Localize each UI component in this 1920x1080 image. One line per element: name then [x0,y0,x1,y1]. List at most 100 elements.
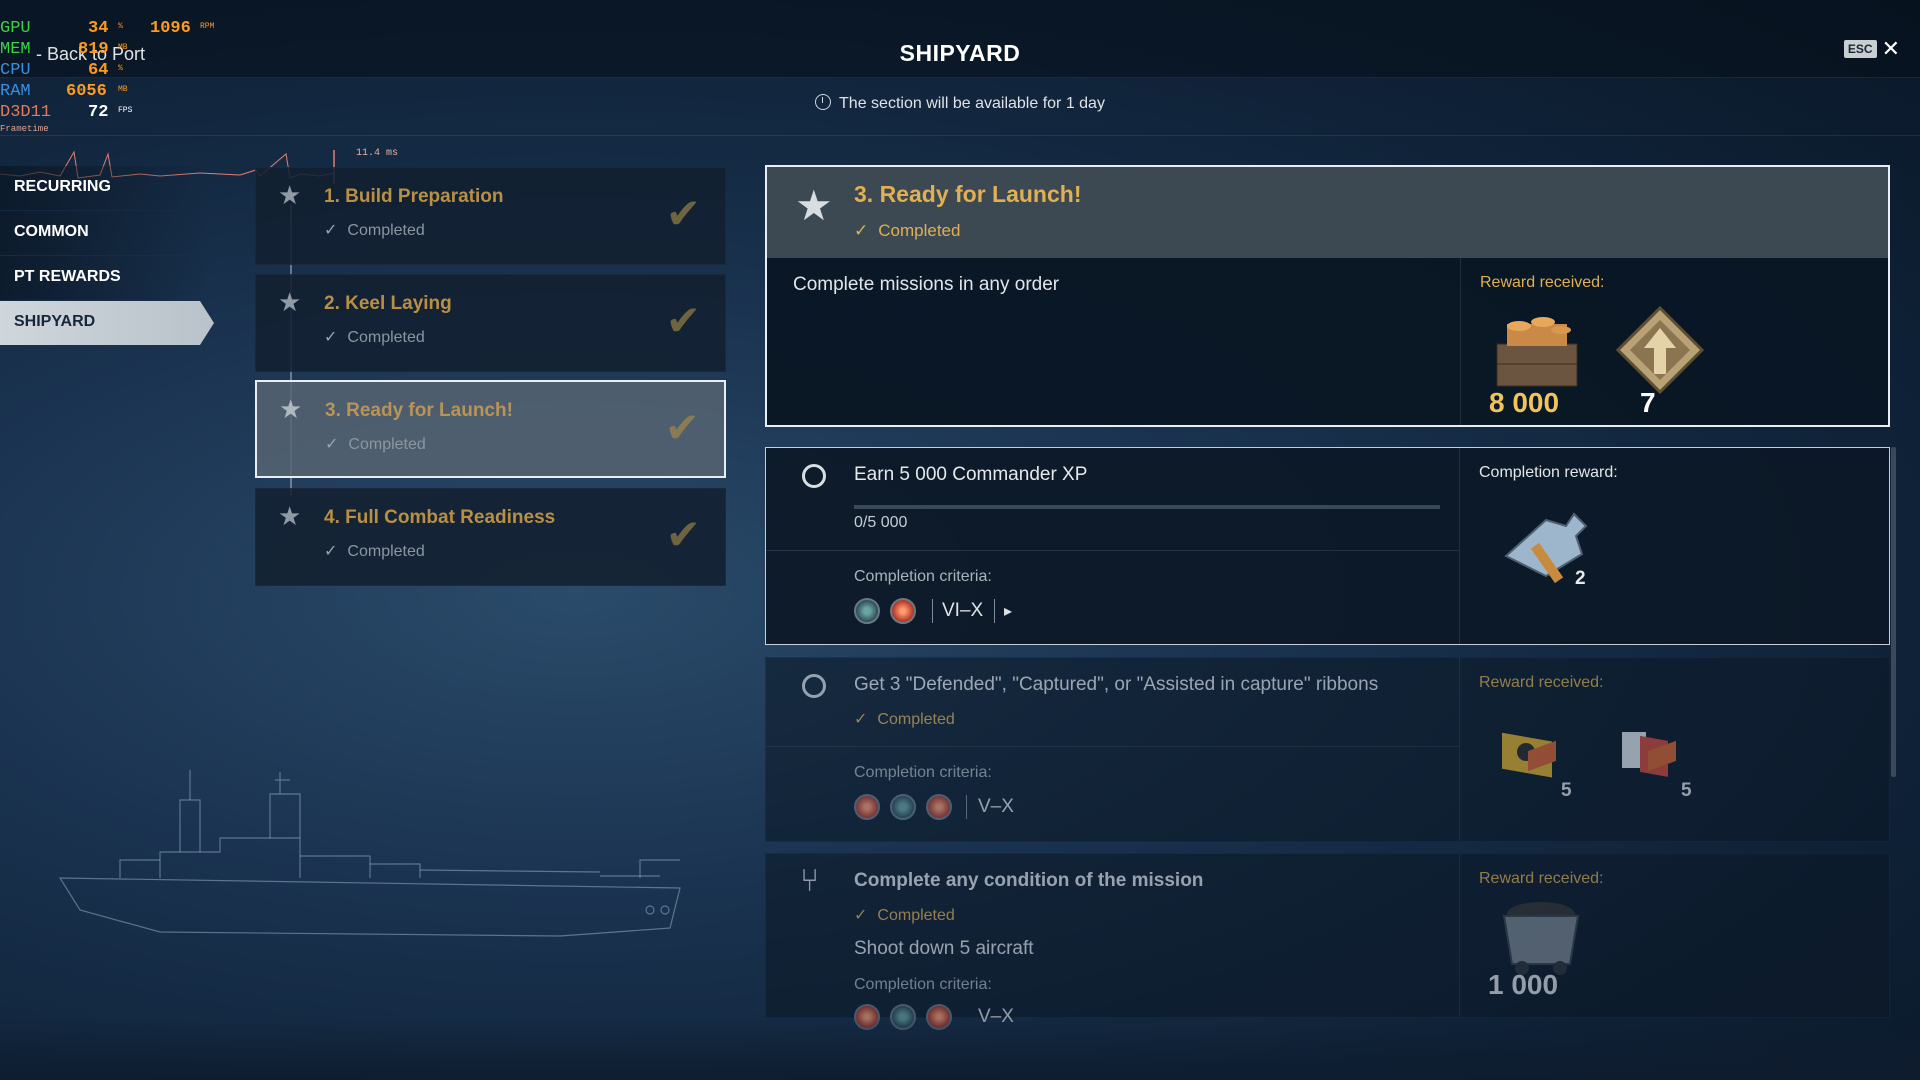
frametime-label: Frametime [0,124,49,134]
hud-key: CPU [0,61,31,80]
hud-unit: % [118,64,123,73]
branch-icon: ⑂ [800,862,820,898]
mission-progress-text: 0/5 000 [854,514,908,531]
hud-extra-value: 1096 [150,19,191,38]
divider [1459,658,1460,841]
nation-flag-icon [890,794,916,820]
ship-blueprint-illustration [58,770,681,937]
mission-progress-bar [854,505,1440,509]
hud-value: 34 [88,19,109,38]
tier-range: VI–X [942,600,984,621]
step-item-1[interactable]: ★ 1. Build Preparation Completed ✔ [255,167,726,265]
reward-count: 5 [1561,780,1572,801]
star-icon: ★ [795,182,833,229]
mission-status: Completed [854,709,954,729]
mission-status: Completed [854,905,954,925]
step-status: Completed [324,327,424,347]
close-button[interactable]: ESC ✕ [1843,38,1900,60]
criteria-label: Completion criteria: [854,568,992,585]
criteria-label: Completion criteria: [854,764,992,781]
hud-value: 64 [88,61,109,80]
mission-card-2[interactable]: Get 3 "Defended", "Captured", or "Assist… [765,657,1890,842]
divider [1459,854,1460,1017]
mission-status-circle-icon [802,674,826,698]
hud-unit: MB [118,43,128,52]
mission-status-circle-icon [802,464,826,488]
availability-notice: The section will be available for 1 day [0,94,1920,113]
step-title: 2. Keel Laying [324,293,452,314]
hud-key: MEM [0,40,31,59]
checkmark-icon: ✔ [665,511,701,558]
star-icon: ★ [278,180,302,210]
signal-flag-yellow-icon [1502,732,1556,778]
step-detail-panel: ★ 3. Ready for Launch! Completed Complet… [765,165,1890,427]
detail-status: Completed [854,221,960,241]
reward-count: 2 [1575,568,1586,589]
step-item-3[interactable]: ★ 3. Ready for Launch! Completed ✔ [255,380,726,478]
divider [766,550,1459,551]
step-status: Completed [325,434,425,454]
detail-title: 3. Ready for Launch! [854,181,1082,207]
reward-amount: 1 000 [1488,969,1559,1000]
divider [1460,258,1461,425]
criteria-label: Completion criteria: [854,976,992,993]
close-icon[interactable]: ✕ [1882,38,1900,60]
category-recurring[interactable]: RECURRING [0,166,210,210]
clock-icon [815,94,832,110]
reward-label: Reward received: [1479,674,1604,691]
checkmark-icon: ✔ [665,297,701,344]
hud-unit: MB [118,85,128,94]
tier-range: V–X [978,796,1014,817]
divider [1459,448,1460,644]
ship-type-icon: ▸ [1004,603,1013,620]
coal-cart-icon [1502,902,1580,975]
category-pt-rewards[interactable]: PT REWARDS [0,256,210,300]
hud-key: GPU [0,19,31,38]
hud-unit: FPS [118,106,133,115]
category-shipyard[interactable]: SHIPYARD [0,301,214,345]
hud-key: D3D11 [0,103,52,122]
star-icon: ★ [278,501,302,531]
divider [966,795,967,819]
step-item-4[interactable]: ★ 4. Full Combat Readiness Completed ✔ [255,488,726,586]
reward-count: 5 [1681,780,1692,801]
reward-amount: 8 000 [1489,387,1560,418]
step-item-2[interactable]: ★ 2. Keel Laying Completed ✔ [255,274,726,372]
star-icon: ★ [279,394,303,424]
frametime-value: 11.4 ms [356,148,399,159]
reward-label: Completion reward: [1479,464,1618,481]
checkmark-icon: ✔ [665,190,701,237]
hud-value: 72 [88,103,109,122]
step-title: 3. Ready for Launch! [325,400,513,421]
hud-value: 6056 [66,82,107,101]
step-status: Completed [324,220,424,240]
mission-title: Get 3 "Defended", "Captured", or "Assist… [854,674,1379,695]
missions-scrollbar[interactable] [1891,447,1896,777]
checkmark-icon: ✔ [664,404,700,451]
signal-flag-red-icon [1622,732,1676,777]
divider [766,746,1459,747]
mission-subtitle: Shoot down 5 aircraft [854,938,1034,959]
rank-badge-icon [1615,305,1705,395]
availability-text: The section will be available for 1 day [839,95,1105,112]
divider [932,599,933,623]
hud-unit: % [118,22,123,31]
divider [0,135,1920,136]
hud-value: 819 [78,40,109,59]
nation-flag-icon [854,598,880,624]
step-status: Completed [324,541,424,561]
step-title: 1. Build Preparation [324,186,504,207]
nation-flag-icon [890,598,916,624]
step-title: 4. Full Combat Readiness [324,507,556,528]
page-title: SHIPYARD [899,40,1021,66]
mission-card-3[interactable]: ⑂ Complete any condition of the mission … [765,853,1890,1030]
bottom-fade [0,1018,1920,1080]
nation-flag-icon [854,794,880,820]
divider [994,599,995,623]
reward-label: Reward received: [1479,870,1604,887]
mission-card-1[interactable]: Earn 5 000 Commander XP 0/5 000 Completi… [765,447,1890,645]
category-common[interactable]: COMMON [0,211,210,255]
detail-description: Complete missions in any order [793,274,1060,295]
hud-key: RAM [0,82,31,101]
star-icon: ★ [278,287,302,317]
